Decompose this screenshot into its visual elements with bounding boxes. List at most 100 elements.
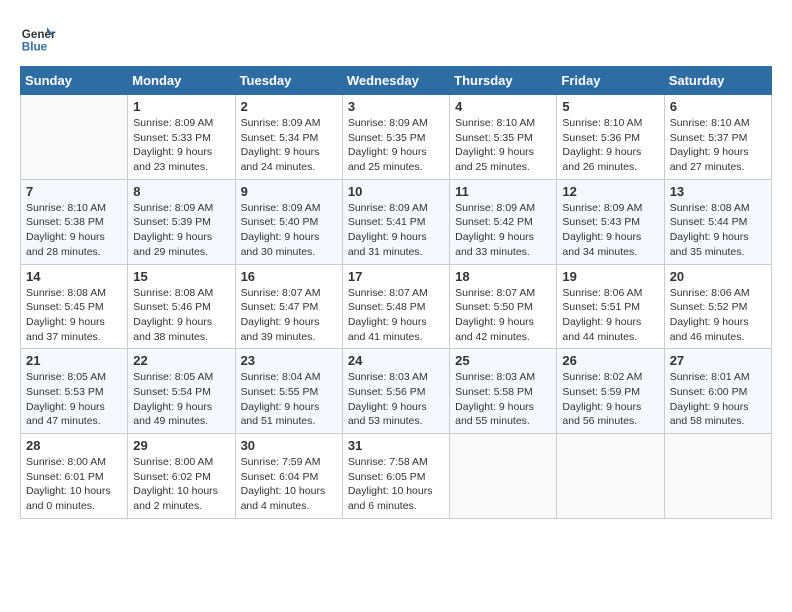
calendar-cell: 24 Sunrise: 8:03 AM Sunset: 5:56 PM Dayli… <box>342 349 449 434</box>
day-info: Sunrise: 8:09 AM Sunset: 5:42 PM Dayligh… <box>455 201 551 260</box>
calendar-week-row: 14 Sunrise: 8:08 AM Sunset: 5:45 PM Dayli… <box>21 264 772 349</box>
calendar-week-row: 1Sunrise: 8:09 AM Sunset: 5:33 PM Daylig… <box>21 95 772 180</box>
calendar-cell: 29Sunrise: 8:00 AM Sunset: 6:02 PM Dayli… <box>128 434 235 519</box>
day-number: 12 <box>562 184 658 199</box>
calendar-cell: 8Sunrise: 8:09 AM Sunset: 5:39 PM Daylig… <box>128 179 235 264</box>
day-info: Sunrise: 8:10 AM Sunset: 5:37 PM Dayligh… <box>670 116 766 175</box>
day-number: 23 <box>241 353 337 368</box>
day-number: 29 <box>133 438 229 453</box>
calendar-cell: 12 Sunrise: 8:09 AM Sunset: 5:43 PM Dayli… <box>557 179 664 264</box>
day-number: 8 <box>133 184 229 199</box>
day-number: 5 <box>562 99 658 114</box>
logo: General Blue <box>20 20 56 56</box>
calendar-table: SundayMondayTuesdayWednesdayThursdayFrid… <box>20 66 772 519</box>
day-info: Sunrise: 7:58 AM Sunset: 6:05 PM Dayligh… <box>348 455 444 514</box>
calendar-cell: 9 Sunrise: 8:09 AM Sunset: 5:40 PM Daylig… <box>235 179 342 264</box>
calendar-cell: 25 Sunrise: 8:03 AM Sunset: 5:58 PM Dayli… <box>450 349 557 434</box>
day-info: Sunrise: 8:05 AM Sunset: 5:54 PM Dayligh… <box>133 370 229 429</box>
weekday-header-monday: Monday <box>128 67 235 95</box>
calendar-cell: 17 Sunrise: 8:07 AM Sunset: 5:48 PM Dayli… <box>342 264 449 349</box>
day-info: Sunrise: 8:09 AM Sunset: 5:43 PM Dayligh… <box>562 201 658 260</box>
calendar-cell: 23 Sunrise: 8:04 AM Sunset: 5:55 PM Dayli… <box>235 349 342 434</box>
calendar-cell: 16 Sunrise: 8:07 AM Sunset: 5:47 PM Dayli… <box>235 264 342 349</box>
weekday-header-wednesday: Wednesday <box>342 67 449 95</box>
day-info: Sunrise: 8:05 AM Sunset: 5:53 PM Dayligh… <box>26 370 122 429</box>
calendar-cell: 31 Sunrise: 7:58 AM Sunset: 6:05 PM Dayli… <box>342 434 449 519</box>
day-number: 15 <box>133 269 229 284</box>
day-info: Sunrise: 8:09 AM Sunset: 5:40 PM Dayligh… <box>241 201 337 260</box>
weekday-header-tuesday: Tuesday <box>235 67 342 95</box>
day-info: Sunrise: 8:03 AM Sunset: 5:58 PM Dayligh… <box>455 370 551 429</box>
calendar-cell: 10 Sunrise: 8:09 AM Sunset: 5:41 PM Dayli… <box>342 179 449 264</box>
day-number: 16 <box>241 269 337 284</box>
calendar-cell: 2 Sunrise: 8:09 AM Sunset: 5:34 PM Daylig… <box>235 95 342 180</box>
day-number: 19 <box>562 269 658 284</box>
calendar-cell: 30 Sunrise: 7:59 AM Sunset: 6:04 PM Dayli… <box>235 434 342 519</box>
day-info: Sunrise: 7:59 AM Sunset: 6:04 PM Dayligh… <box>241 455 337 514</box>
calendar-cell: 26 Sunrise: 8:02 AM Sunset: 5:59 PM Dayli… <box>557 349 664 434</box>
day-info: Sunrise: 8:07 AM Sunset: 5:47 PM Dayligh… <box>241 286 337 345</box>
day-number: 20 <box>670 269 766 284</box>
day-info: Sunrise: 8:08 AM Sunset: 5:44 PM Dayligh… <box>670 201 766 260</box>
day-info: Sunrise: 8:03 AM Sunset: 5:56 PM Dayligh… <box>348 370 444 429</box>
day-number: 7 <box>26 184 122 199</box>
calendar-week-row: 28 Sunrise: 8:00 AM Sunset: 6:01 PM Dayli… <box>21 434 772 519</box>
day-number: 30 <box>241 438 337 453</box>
day-info: Sunrise: 8:00 AM Sunset: 6:01 PM Dayligh… <box>26 455 122 514</box>
calendar-cell <box>450 434 557 519</box>
day-info: Sunrise: 8:09 AM Sunset: 5:34 PM Dayligh… <box>241 116 337 175</box>
day-number: 24 <box>348 353 444 368</box>
svg-text:Blue: Blue <box>22 41 48 54</box>
day-info: Sunrise: 8:10 AM Sunset: 5:35 PM Dayligh… <box>455 116 551 175</box>
day-info: Sunrise: 8:02 AM Sunset: 5:59 PM Dayligh… <box>562 370 658 429</box>
calendar-cell: 22Sunrise: 8:05 AM Sunset: 5:54 PM Dayli… <box>128 349 235 434</box>
day-number: 3 <box>348 99 444 114</box>
weekday-header-friday: Friday <box>557 67 664 95</box>
day-info: Sunrise: 8:07 AM Sunset: 5:50 PM Dayligh… <box>455 286 551 345</box>
calendar-cell <box>557 434 664 519</box>
calendar-week-row: 7Sunrise: 8:10 AM Sunset: 5:38 PM Daylig… <box>21 179 772 264</box>
calendar-cell: 4Sunrise: 8:10 AM Sunset: 5:35 PM Daylig… <box>450 95 557 180</box>
calendar-header-row: SundayMondayTuesdayWednesdayThursdayFrid… <box>21 67 772 95</box>
day-number: 26 <box>562 353 658 368</box>
day-number: 13 <box>670 184 766 199</box>
day-number: 9 <box>241 184 337 199</box>
calendar-cell: 18Sunrise: 8:07 AM Sunset: 5:50 PM Dayli… <box>450 264 557 349</box>
day-info: Sunrise: 8:01 AM Sunset: 6:00 PM Dayligh… <box>670 370 766 429</box>
calendar-cell: 3 Sunrise: 8:09 AM Sunset: 5:35 PM Daylig… <box>342 95 449 180</box>
calendar-cell: 20 Sunrise: 8:06 AM Sunset: 5:52 PM Dayli… <box>664 264 771 349</box>
day-info: Sunrise: 8:06 AM Sunset: 5:52 PM Dayligh… <box>670 286 766 345</box>
calendar-cell: 1Sunrise: 8:09 AM Sunset: 5:33 PM Daylig… <box>128 95 235 180</box>
day-number: 27 <box>670 353 766 368</box>
calendar-cell: 7Sunrise: 8:10 AM Sunset: 5:38 PM Daylig… <box>21 179 128 264</box>
day-info: Sunrise: 8:08 AM Sunset: 5:46 PM Dayligh… <box>133 286 229 345</box>
calendar-cell: 19 Sunrise: 8:06 AM Sunset: 5:51 PM Dayli… <box>557 264 664 349</box>
day-info: Sunrise: 8:10 AM Sunset: 5:36 PM Dayligh… <box>562 116 658 175</box>
day-number: 25 <box>455 353 551 368</box>
day-number: 31 <box>348 438 444 453</box>
day-number: 11 <box>455 184 551 199</box>
day-info: Sunrise: 8:09 AM Sunset: 5:35 PM Dayligh… <box>348 116 444 175</box>
day-info: Sunrise: 8:04 AM Sunset: 5:55 PM Dayligh… <box>241 370 337 429</box>
calendar-cell: 6Sunrise: 8:10 AM Sunset: 5:37 PM Daylig… <box>664 95 771 180</box>
calendar-cell: 27 Sunrise: 8:01 AM Sunset: 6:00 PM Dayli… <box>664 349 771 434</box>
calendar-cell: 21 Sunrise: 8:05 AM Sunset: 5:53 PM Dayli… <box>21 349 128 434</box>
calendar-cell: 5 Sunrise: 8:10 AM Sunset: 5:36 PM Daylig… <box>557 95 664 180</box>
day-info: Sunrise: 8:09 AM Sunset: 5:41 PM Dayligh… <box>348 201 444 260</box>
page-header: General Blue <box>20 20 772 56</box>
day-info: Sunrise: 8:07 AM Sunset: 5:48 PM Dayligh… <box>348 286 444 345</box>
weekday-header-thursday: Thursday <box>450 67 557 95</box>
calendar-cell: 28 Sunrise: 8:00 AM Sunset: 6:01 PM Dayli… <box>21 434 128 519</box>
day-number: 28 <box>26 438 122 453</box>
weekday-header-saturday: Saturday <box>664 67 771 95</box>
day-number: 21 <box>26 353 122 368</box>
day-number: 14 <box>26 269 122 284</box>
day-info: Sunrise: 8:08 AM Sunset: 5:45 PM Dayligh… <box>26 286 122 345</box>
day-number: 10 <box>348 184 444 199</box>
day-number: 2 <box>241 99 337 114</box>
calendar-cell <box>21 95 128 180</box>
calendar-cell: 13 Sunrise: 8:08 AM Sunset: 5:44 PM Dayli… <box>664 179 771 264</box>
calendar-week-row: 21 Sunrise: 8:05 AM Sunset: 5:53 PM Dayli… <box>21 349 772 434</box>
day-info: Sunrise: 8:06 AM Sunset: 5:51 PM Dayligh… <box>562 286 658 345</box>
day-number: 17 <box>348 269 444 284</box>
